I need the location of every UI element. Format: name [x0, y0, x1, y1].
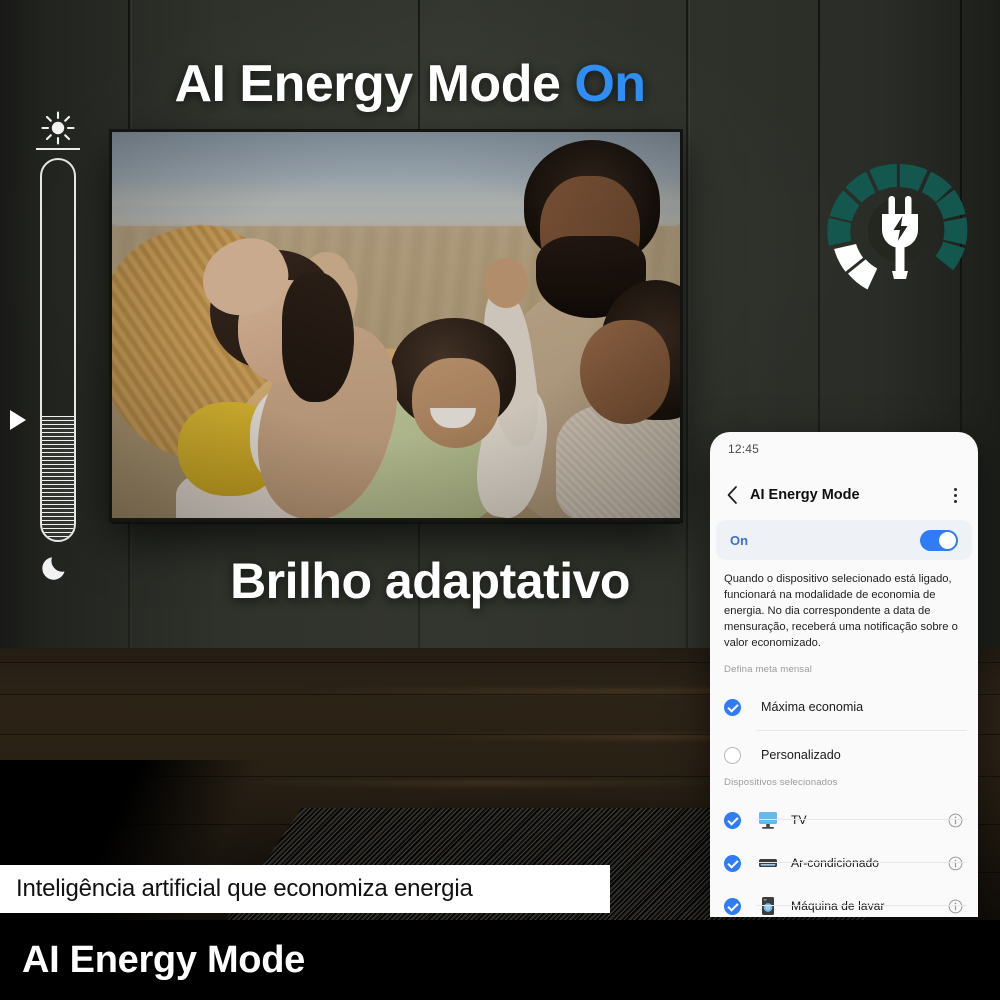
screen-vignette — [112, 132, 680, 520]
slider-top-divider — [36, 148, 80, 150]
sun-icon — [41, 111, 75, 145]
page-title: AI Energy Mode — [750, 487, 860, 503]
goal-section-label: Defina meta mensal — [724, 664, 813, 675]
checkbox-checked-icon[interactable] — [724, 897, 741, 915]
overlay-caption-bar: Inteligência artificial que economiza en… — [0, 865, 610, 913]
goal-option-personalizado[interactable]: Personalizado — [724, 732, 967, 778]
tv-base-shadow — [112, 518, 680, 524]
slider-track[interactable] — [40, 158, 76, 542]
kebab-menu-icon[interactable] — [946, 486, 964, 504]
device-row-maquina-de-lavar[interactable]: Máquina de lavar — [724, 885, 967, 917]
ai-energy-toggle-row[interactable]: On — [716, 520, 972, 560]
toggle-label: On — [730, 532, 749, 548]
list-divider — [756, 730, 967, 731]
goal-option-maxima[interactable]: Máxima economia — [724, 684, 967, 730]
goal-option-label: Máxima economia — [761, 700, 864, 714]
info-icon[interactable] — [948, 856, 963, 871]
list-divider — [756, 862, 967, 863]
slider-fill — [42, 416, 74, 540]
ai-energy-toggle-switch[interactable] — [920, 529, 958, 551]
power-plug-gauge-icon — [827, 163, 968, 290]
radio-checked-icon[interactable] — [724, 698, 741, 716]
list-divider — [756, 819, 967, 820]
device-label: Máquina de lavar — [791, 899, 885, 913]
device-row-tv[interactable]: TV — [724, 799, 967, 841]
description-text: Quando o dispositivo selecionado está li… — [724, 573, 958, 649]
hero-title-state: On — [574, 55, 646, 113]
device-label: Ar-condicionado — [791, 856, 880, 870]
chevron-left-icon[interactable] — [722, 484, 744, 506]
hero-title: AI Energy Mode On — [0, 54, 820, 114]
television — [109, 129, 683, 523]
air-conditioner-icon — [759, 859, 777, 867]
list-divider — [756, 905, 967, 906]
tv-icon — [759, 812, 777, 829]
tv-screen-content — [112, 132, 680, 520]
product-banner: AI Energy Mode On Brilho adaptativo 12:4… — [0, 0, 1000, 1000]
overlay-caption-text: Inteligência artificial que economiza en… — [16, 875, 473, 902]
checkbox-checked-icon[interactable] — [724, 811, 741, 829]
radio-unchecked-icon[interactable] — [724, 746, 741, 764]
info-icon[interactable] — [948, 899, 963, 914]
device-label: TV — [791, 813, 807, 827]
moon-icon — [42, 557, 65, 580]
status-bar-time: 12:45 — [728, 442, 760, 456]
goal-option-label: Personalizado — [761, 748, 841, 762]
info-icon[interactable] — [948, 813, 963, 828]
checkbox-checked-icon[interactable] — [724, 854, 741, 872]
washing-machine-icon — [762, 897, 774, 915]
device-row-ar-condicionado[interactable]: Ar-condicionado — [724, 842, 967, 884]
room-scene: AI Energy Mode On Brilho adaptativo 12:4… — [0, 0, 1000, 920]
play-triangle-marker[interactable] — [10, 410, 26, 430]
footer-bar: AI Energy Mode — [0, 920, 1000, 1000]
devices-section-label: Dispositivos selecionados — [724, 777, 838, 788]
phone-settings-panel: 12:45 AI Energy Mode On Quando o disposi… — [710, 432, 978, 917]
hero-title-main: AI Energy Mode — [174, 55, 561, 113]
app-bar: AI Energy Mode — [710, 476, 978, 514]
brightness-slider[interactable] — [10, 110, 98, 580]
footer-title: AI Energy Mode — [22, 938, 305, 981]
